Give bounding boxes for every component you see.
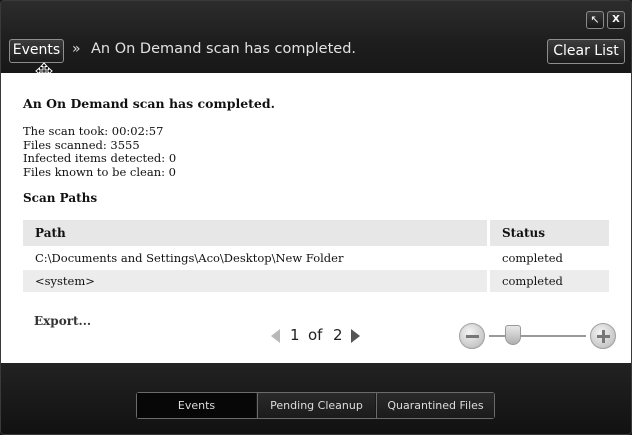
zoom-slider-track[interactable] bbox=[489, 335, 586, 337]
clean-files-text: Files known to be clean: 0 bbox=[23, 165, 176, 179]
export-link[interactable]: Export... bbox=[34, 314, 91, 328]
status-cell: completed bbox=[490, 270, 609, 292]
table-header-row: Path Status bbox=[23, 220, 609, 246]
column-header-path[interactable]: Path bbox=[23, 220, 487, 246]
infected-items-text: Infected items detected: 0 bbox=[23, 151, 177, 165]
event-heading: An On Demand scan has completed. bbox=[23, 96, 275, 111]
zoom-out-button[interactable] bbox=[459, 323, 485, 349]
path-cell: C:\Documents and Settings\Aco\Desktop\Ne… bbox=[23, 246, 487, 270]
tab-pending-cleanup[interactable]: Pending Cleanup bbox=[257, 393, 375, 418]
page-of-label: of bbox=[308, 326, 323, 344]
previous-page-icon[interactable] bbox=[271, 329, 280, 343]
total-pages-number: 2 bbox=[333, 326, 343, 344]
table-row[interactable]: <system> completed bbox=[23, 270, 609, 294]
tab-group: Events Pending Cleanup Quarantined Files bbox=[136, 392, 495, 419]
breadcrumb-separator: » bbox=[72, 41, 81, 57]
pagination: 1 of 2 bbox=[271, 326, 367, 346]
current-page-number: 1 bbox=[290, 326, 300, 344]
tab-quarantined-files[interactable]: Quarantined Files bbox=[376, 393, 494, 418]
application-window: ↖ X Events » An On Demand scan has compl… bbox=[0, 0, 632, 435]
close-window-button[interactable]: X bbox=[607, 11, 625, 29]
events-breadcrumb-button[interactable]: Events bbox=[9, 39, 64, 63]
table-row[interactable]: C:\Documents and Settings\Aco\Desktop\Ne… bbox=[23, 246, 609, 270]
scan-paths-title: Scan Paths bbox=[23, 191, 98, 205]
next-page-icon[interactable] bbox=[351, 329, 360, 343]
event-details-panel: An On Demand scan has completed. The sca… bbox=[1, 73, 631, 363]
scan-paths-table: Path Status C:\Documents and Settings\Ac… bbox=[23, 220, 609, 294]
column-header-status[interactable]: Status bbox=[490, 220, 609, 246]
status-cell: completed bbox=[490, 246, 609, 270]
tab-events[interactable]: Events bbox=[137, 393, 256, 418]
breadcrumb-title: An On Demand scan has completed. bbox=[91, 41, 357, 57]
zoom-slider-handle[interactable] bbox=[505, 325, 522, 345]
files-scanned-text: Files scanned: 3555 bbox=[23, 138, 140, 152]
clear-list-button[interactable]: Clear List bbox=[547, 39, 625, 64]
bottom-navigation-bar: Events Pending Cleanup Quarantined Files bbox=[1, 363, 631, 434]
scan-duration-text: The scan took: 00:02:57 bbox=[23, 124, 164, 138]
path-cell: <system> bbox=[23, 270, 487, 292]
zoom-in-button[interactable] bbox=[590, 323, 616, 349]
header-bar: ↖ X Events » An On Demand scan has compl… bbox=[1, 1, 631, 80]
restore-window-button[interactable]: ↖ bbox=[586, 11, 604, 29]
